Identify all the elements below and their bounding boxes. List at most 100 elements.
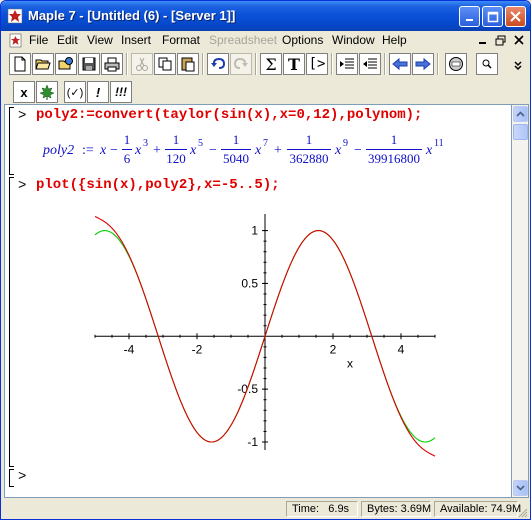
undo-button[interactable] (207, 53, 229, 75)
mdi-minimize-button[interactable] (475, 33, 491, 47)
x-icon: x (20, 84, 28, 100)
term-x: x (100, 143, 107, 158)
sigma-button[interactable]: Σ (260, 53, 282, 75)
menu-insert[interactable]: Insert (121, 33, 151, 47)
undo-arrow-icon (211, 57, 226, 69)
execution-group-bracket[interactable] (9, 107, 14, 175)
plot-region[interactable]: -4 -2 2 4 1 0.5 -0.5 -1 x (83, 200, 443, 464)
document-icon[interactable] (8, 33, 23, 48)
term-exponent: 9 (343, 138, 348, 149)
menu-help[interactable]: Help (382, 33, 407, 47)
open-url-button[interactable] (55, 53, 77, 75)
cut-button[interactable] (131, 53, 153, 75)
menu-format[interactable]: Format (162, 33, 200, 47)
evaluate-button[interactable]: (✓) (64, 81, 86, 103)
x-tick-label: 4 (398, 342, 405, 356)
title-bar[interactable]: Maple 7 - [Untitled (6) - [Server 1]] (1, 1, 530, 31)
zoom-button[interactable] (476, 53, 498, 75)
command-input-2[interactable]: plot({sin(x),poly2},x=-5..5); (36, 177, 280, 193)
back-button[interactable] (389, 53, 411, 75)
close-button[interactable] (505, 6, 526, 27)
indent-icon (340, 58, 354, 69)
y-tick-label: -1 (247, 435, 258, 449)
paste-clipboard-icon (181, 57, 195, 72)
minimize-icon (465, 18, 473, 21)
save-button[interactable] (78, 53, 100, 75)
print-button[interactable] (101, 53, 123, 75)
new-button[interactable] (9, 53, 31, 75)
maple-window: Maple 7 - [Untitled (6) - [Server 1]] Fi… (0, 0, 531, 520)
menu-options[interactable]: Options (282, 33, 323, 47)
scroll-up-button[interactable] (513, 106, 528, 122)
sigma-icon: Σ (265, 54, 277, 74)
fraction: 1 39916800 (366, 132, 422, 166)
menu-file[interactable]: File (29, 33, 48, 47)
minimize-button[interactable] (459, 6, 480, 27)
menu-edit[interactable]: Edit (57, 33, 78, 47)
toolbar-separator (202, 53, 204, 75)
x-tick-label: 2 (330, 342, 337, 356)
left-arrow-icon (392, 57, 408, 71)
math-mode-button[interactable]: x (13, 81, 35, 103)
status-available: Available: 74.9M (434, 501, 521, 517)
term-var: x (135, 143, 142, 158)
term-sign: + (153, 143, 161, 158)
status-time: Time: 6.9s (286, 501, 358, 517)
restore-icon (495, 35, 505, 45)
chevron-down-icon (516, 485, 525, 491)
paste-button[interactable] (177, 53, 199, 75)
copy-button[interactable] (154, 53, 176, 75)
term-var: x (190, 143, 197, 158)
execution-group-bracket[interactable] (9, 177, 14, 467)
printer-icon (104, 57, 120, 72)
forward-button[interactable] (412, 53, 434, 75)
output-lhs: poly2 (43, 143, 75, 158)
maple-app-icon (7, 8, 23, 24)
resize-grip-icon[interactable] (516, 506, 528, 518)
mdi-restore-button[interactable] (492, 33, 508, 47)
stop-button[interactable] (445, 53, 467, 75)
x-tick-label: -4 (124, 342, 135, 356)
fraction: 16 (122, 132, 132, 166)
menu-spreadsheet[interactable]: Spreadsheet (209, 33, 277, 47)
output-expression: poly2 := x − 16 x 3 + 1 120 x 5 − 1 5040 x… (43, 128, 511, 174)
close-icon (510, 11, 521, 22)
open-button[interactable] (32, 53, 54, 75)
command-input-1[interactable]: poly2:=convert(taylor(sin(x),x=0,12),pol… (36, 107, 422, 123)
chevron-up-icon (516, 111, 525, 117)
term-sign: − (354, 143, 362, 158)
menu-view[interactable]: View (87, 33, 113, 47)
menu-bar: File Edit View Insert Format Spreadsheet… (1, 31, 530, 50)
fraction: 1 5040 (221, 132, 251, 166)
indent-button[interactable] (336, 53, 358, 75)
vertical-scrollbar[interactable] (512, 104, 529, 498)
x-tick-label: -2 (192, 342, 203, 356)
maple-leaf-button[interactable] (36, 81, 58, 103)
open-url-icon (58, 57, 73, 70)
execute-all-button[interactable]: !!! (110, 81, 132, 103)
execution-group-bracket[interactable] (9, 469, 14, 487)
maximize-button[interactable] (482, 6, 503, 27)
menu-window[interactable]: Window (332, 33, 375, 47)
mdi-close-button[interactable] (511, 33, 527, 47)
execute-button[interactable]: ! (87, 81, 109, 103)
worksheet[interactable]: > poly2:=convert(taylor(sin(x),x=0,12),p… (4, 104, 512, 498)
toolbar-overflow-button[interactable] (511, 53, 525, 75)
status-bytes: Bytes: 3.69M (361, 501, 431, 517)
scroll-thumb[interactable] (513, 124, 528, 140)
insert-prompt-button[interactable]: [> (306, 53, 328, 75)
y-tick-label: 0.5 (241, 276, 258, 290)
text-mode-button[interactable]: T (283, 53, 305, 75)
scroll-down-button[interactable] (513, 480, 528, 496)
x-axis-label: x (347, 356, 353, 370)
maximize-icon (487, 11, 498, 22)
checkmark-icon: (✓) (66, 86, 84, 99)
input-prompt: > (18, 108, 27, 124)
status-bar: Time: 6.9s Bytes: 3.69M Available: 74.9M (1, 498, 530, 519)
redo-arrow-icon (233, 57, 248, 69)
maple-leaf-icon (39, 84, 55, 100)
toolbar-separator (437, 53, 439, 75)
outdent-button[interactable] (359, 53, 381, 75)
main-toolbar: Σ T [> (1, 50, 530, 78)
redo-button[interactable] (230, 53, 252, 75)
